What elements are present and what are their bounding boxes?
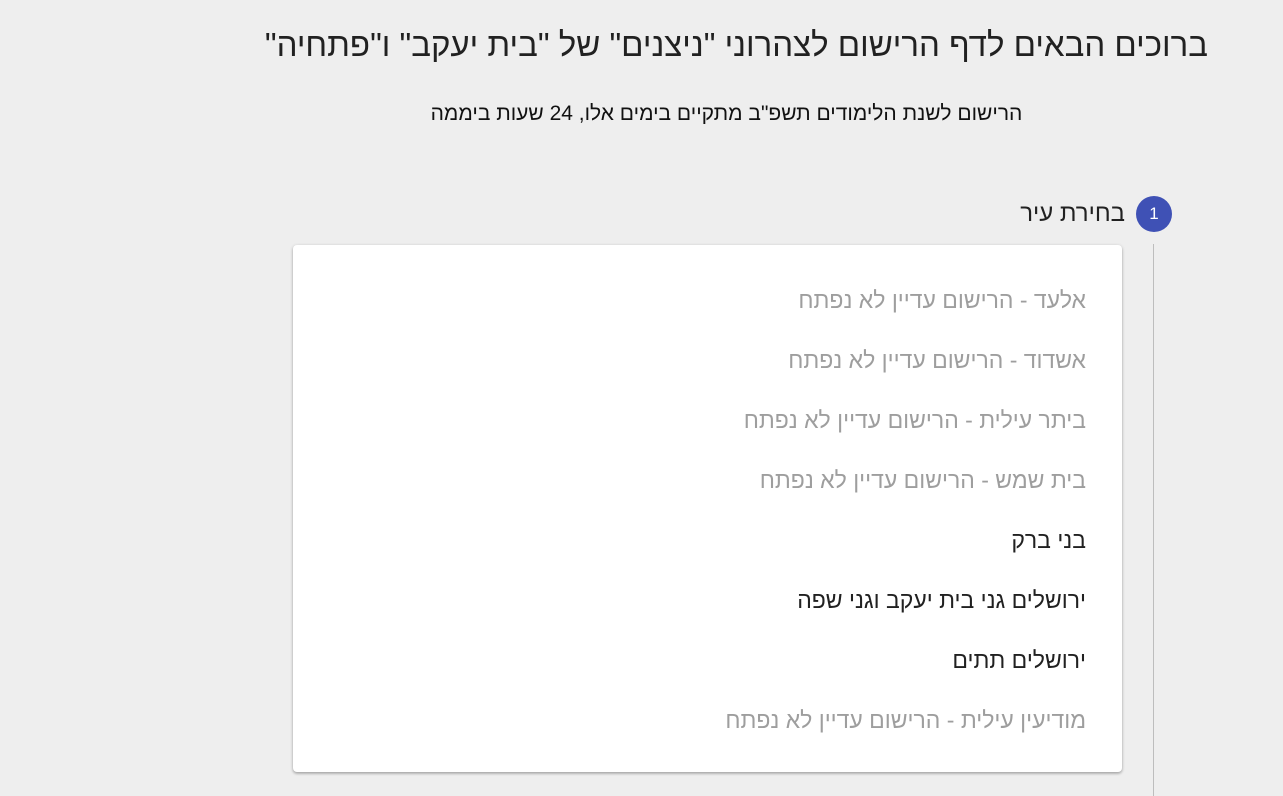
city-option-jerusalem-gardens[interactable]: ירושלים גני בית יעקב וגני שפה — [725, 580, 1086, 640]
city-option-elad: אלעד - הרישום עדיין לא נפתח — [798, 287, 1086, 313]
step-number-badge: 1 — [1136, 196, 1172, 232]
city-option-modiin-illit: מודיעין עילית - הרישום עדיין לא נפתח — [725, 707, 1086, 733]
city-option-beitar-illit: ביתר עילית - הרישום עדיין לא נפתח — [743, 407, 1086, 433]
city-option-jerusalem-tatim[interactable]: ירושלים תתים — [725, 640, 1086, 700]
city-selection-panel: אלעד - הרישום עדיין לא נפתח אשדוד - הריש… — [293, 245, 1122, 772]
stepper-vertical-line — [1153, 244, 1154, 796]
city-option-beit-shemesh: בית שמש - הרישום עדיין לא נפתח — [759, 467, 1086, 493]
city-option-bnei-brak[interactable]: בני ברק — [725, 520, 1086, 580]
registration-subtitle: הרישום לשנת הלימודים תשפ"ב מתקיים בימים … — [430, 102, 1023, 125]
page-title: ברוכים הבאים לדף הרישום לצהרוני "ניצנים"… — [264, 26, 1208, 63]
step-header-city-selection[interactable]: 1 בחירת עיר — [1020, 196, 1172, 232]
city-option-ashdod: אשדוד - הרישום עדיין לא נפתח — [788, 347, 1086, 373]
city-list: אלעד - הרישום עדיין לא נפתח אשדוד - הריש… — [725, 280, 1086, 760]
step-label: בחירת עיר — [1020, 200, 1125, 227]
